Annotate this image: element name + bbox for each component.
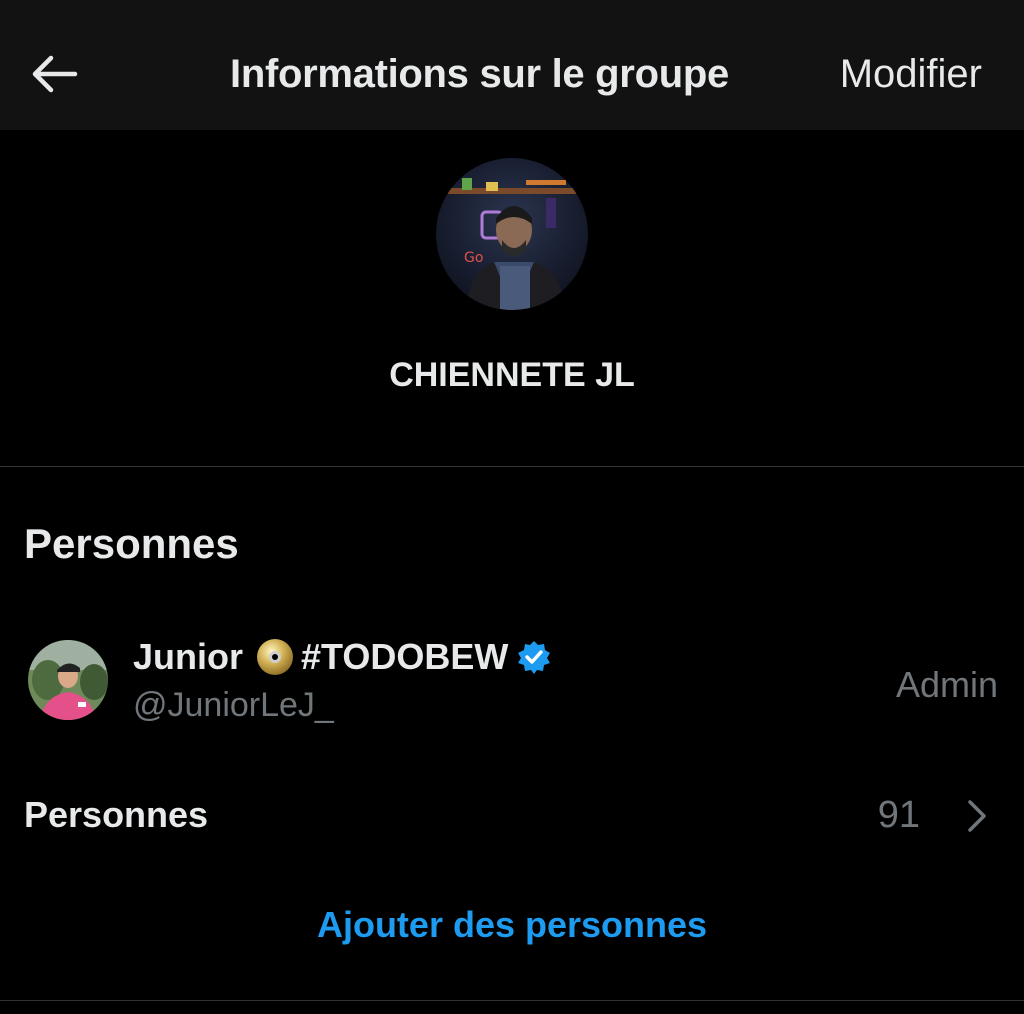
page-title: Informations sur le groupe (230, 52, 729, 96)
group-avatar-image: Go (436, 158, 588, 310)
arrow-left-icon (32, 55, 78, 93)
member-avatar-image (28, 640, 108, 720)
divider (0, 1000, 1024, 1001)
divider (0, 466, 1024, 467)
back-button[interactable] (24, 48, 84, 100)
all-people-label: Personnes (24, 794, 209, 835)
member-row[interactable]: Junior #TODOBEW @JuniorLeJ_ Admin (0, 620, 1024, 750)
member-name: Junior #TODOBEW (133, 636, 552, 678)
top-bar: Informations sur le groupe Modifier (0, 0, 1024, 130)
chevron-right-icon (964, 796, 990, 836)
svg-text:Go: Go (464, 250, 483, 266)
member-hashtag: #TODOBEW (301, 636, 509, 677)
edit-button[interactable]: Modifier (840, 52, 982, 97)
section-title-people: Personnes (24, 520, 239, 567)
dvd-disc-icon (255, 637, 295, 677)
member-display-name: Junior (133, 636, 244, 677)
group-name: CHIENNETE JL (389, 356, 635, 394)
people-count: 91 (877, 794, 920, 836)
add-people-button[interactable]: Ajouter des personnes (0, 904, 1024, 946)
member-role-badge: Admin (895, 664, 998, 705)
verified-badge-icon (516, 639, 552, 675)
group-avatar[interactable]: Go (436, 158, 588, 310)
member-handle: @JuniorLeJ_ (133, 686, 334, 724)
all-people-row[interactable]: Personnes 91 (0, 770, 1024, 860)
avatar (28, 640, 108, 720)
